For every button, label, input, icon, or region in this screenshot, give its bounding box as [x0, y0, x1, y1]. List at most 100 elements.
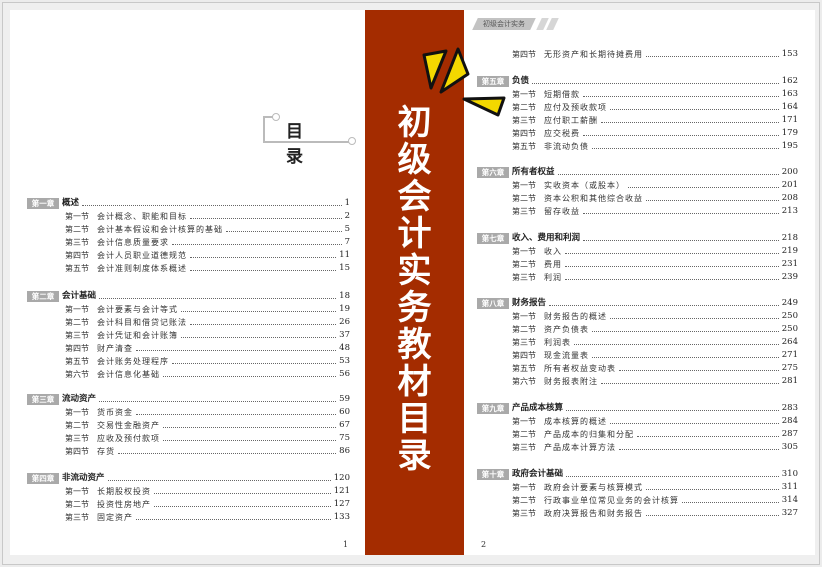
section-row[interactable]: 第三节 应收及预付款项 75 [65, 432, 350, 445]
section-row[interactable]: 第一节 财务报告的概述 250 [512, 310, 798, 323]
dot-leader [583, 135, 779, 136]
chapter-title: 所有者权益 [512, 167, 555, 177]
page-ref: 250 [781, 324, 798, 334]
page-ref: 11 [339, 250, 350, 260]
chapter-row[interactable]: 会计基础 18 [62, 290, 350, 303]
page-ref: 201 [781, 180, 798, 190]
section-row[interactable]: 第二节 行政事业单位常见业务的会计核算 314 [512, 494, 798, 507]
section-row[interactable]: 第一节 货币资金 60 [65, 406, 350, 419]
section-row[interactable]: 第五节 非流动负债 195 [512, 140, 798, 153]
section-row[interactable]: 第二节 投资性房地产 127 [65, 498, 350, 511]
chapter-title: 政府会计基础 [512, 469, 564, 479]
section-row[interactable]: 第四节 应交税费 179 [512, 127, 798, 140]
section-row[interactable]: 第一节 收入 219 [512, 245, 798, 258]
chapter-row[interactable]: 产品成本核算 283 [512, 402, 798, 415]
section-title: 会计科目和借贷记账法 [97, 318, 187, 327]
section-row[interactable]: 第五节 所有者权益变动表 275 [512, 362, 798, 375]
section-label: 第一节 [65, 212, 89, 221]
section-row[interactable]: 第一节 短期借款 163 [512, 88, 798, 101]
section-label: 第四节 [65, 251, 89, 260]
section-label: 第一节 [512, 181, 536, 190]
section-row[interactable]: 第三节 留存收益 213 [512, 205, 798, 218]
section-row[interactable]: 第二节 会计科目和借贷记账法 26 [65, 316, 350, 329]
chapter-row[interactable]: 负债 162 [512, 75, 798, 88]
section-row[interactable]: 第二节 应付及预收款项 164 [512, 101, 798, 114]
section-row[interactable]: 第三节 应付职工薪酬 171 [512, 114, 798, 127]
page-ref: 284 [781, 416, 798, 426]
banner-char: 实 [397, 251, 432, 291]
page-ref: 281 [781, 376, 798, 386]
section-row[interactable]: 第一节 会计要素与会计等式 19 [65, 303, 350, 316]
page-ref: 19 [339, 304, 350, 314]
dot-leader [601, 122, 779, 123]
section-row[interactable]: 第三节 会计信息质量要求 7 [65, 236, 350, 249]
section-label: 第二节 [65, 421, 89, 430]
chapter-badge: 第一章 [27, 198, 59, 209]
running-header-text: 初级会计实务 [483, 20, 525, 28]
chapter-row[interactable]: 所有者权益 200 [512, 166, 798, 179]
page-number: 2 [481, 540, 487, 549]
section-label: 第五节 [512, 364, 536, 373]
dot-leader [601, 383, 779, 384]
section-label: 第四节 [512, 351, 536, 360]
chapter-row[interactable]: 概述 1 [62, 197, 350, 210]
dot-leader [190, 257, 337, 258]
section-row[interactable]: 第二节 费用 231 [512, 258, 798, 271]
page-ref: 15 [339, 263, 350, 273]
section-row[interactable]: 第二节 交易性金融资产 67 [65, 419, 350, 432]
dot-leader [181, 311, 337, 312]
section-row[interactable]: 第三节 利润 239 [512, 271, 798, 284]
section-row[interactable]: 第二节 产品成本的归集和分配 287 [512, 428, 798, 441]
header-stripe-decoration [546, 18, 559, 30]
section-row[interactable]: 第三节 政府决算报告和财务报告 327 [512, 507, 798, 520]
section-row[interactable]: 第四节 存货 86 [65, 445, 350, 458]
chapter-badge: 第三章 [27, 394, 59, 405]
dot-leader [565, 279, 779, 280]
chapter-row[interactable]: 收入、费用和利润 218 [512, 232, 798, 245]
section-row[interactable]: 第二节 资产负债表 250 [512, 323, 798, 336]
section-label: 第一节 [65, 487, 89, 496]
page-ref: 283 [781, 403, 798, 413]
section-row[interactable]: 第一节 政府会计要素与核算模式 311 [512, 481, 798, 494]
banner-char: 教 [397, 325, 432, 365]
section-label: 第三节 [512, 443, 536, 452]
section-row[interactable]: 第五节 会计准则制度体系概述 15 [65, 262, 350, 275]
page-ref: 1 [344, 198, 350, 208]
banner-char: 材 [397, 362, 432, 402]
section-row[interactable]: 第三节 会计凭证和会计账簿 37 [65, 329, 350, 342]
section-label: 第二节 [512, 430, 536, 439]
section-title: 应付职工薪酬 [544, 116, 598, 125]
section-row[interactable]: 第二节 会计基本假设和会计核算的基础 5 [65, 223, 350, 236]
banner-char: 会 [397, 177, 432, 217]
page-ref: 239 [781, 272, 798, 282]
section-row[interactable]: 第六节 会计信息化基础 56 [65, 368, 350, 381]
running-header: 初级会计实务 [472, 18, 536, 30]
section-label: 第五节 [65, 357, 89, 366]
section-row[interactable]: 第一节 会计概念、职能和目标 2 [65, 210, 350, 223]
section-row[interactable]: 第四节 无形资产和长期待摊费用 153 [512, 48, 798, 61]
section-title: 短期借款 [544, 90, 580, 99]
section-title: 会计账务处理程序 [97, 357, 169, 366]
chapter-row[interactable]: 财务报告 249 [512, 297, 798, 310]
section-row[interactable]: 第五节 会计账务处理程序 53 [65, 355, 350, 368]
page-ref: 314 [781, 495, 798, 505]
section-row[interactable]: 第六节 财务报表附注 281 [512, 375, 798, 388]
banner-char: 计 [397, 214, 432, 254]
section-label: 第二节 [65, 225, 89, 234]
chapter-badge: 第七章 [477, 233, 509, 244]
section-row[interactable]: 第三节 固定资产 133 [65, 511, 350, 524]
dot-leader [566, 410, 779, 411]
section-row[interactable]: 第三节 产品成本计算方法 305 [512, 441, 798, 454]
section-row[interactable]: 第四节 会计人员职业道德规范 11 [65, 249, 350, 262]
section-row[interactable]: 第一节 实收资本（或股本） 201 [512, 179, 798, 192]
section-row[interactable]: 第四节 财产清查 48 [65, 342, 350, 355]
section-row[interactable]: 第四节 现金流量表 271 [512, 349, 798, 362]
chapter-row[interactable]: 流动资产 59 [62, 393, 350, 406]
section-row[interactable]: 第一节 成本核算的概述 284 [512, 415, 798, 428]
dot-leader [107, 480, 331, 481]
section-row[interactable]: 第二节 资本公积和其他综合收益 208 [512, 192, 798, 205]
chapter-row[interactable]: 非流动资产 120 [62, 472, 350, 485]
section-row[interactable]: 第一节 长期股权投资 121 [65, 485, 350, 498]
chapter-row[interactable]: 政府会计基础 310 [512, 468, 798, 481]
section-row[interactable]: 第三节 利润表 264 [512, 336, 798, 349]
